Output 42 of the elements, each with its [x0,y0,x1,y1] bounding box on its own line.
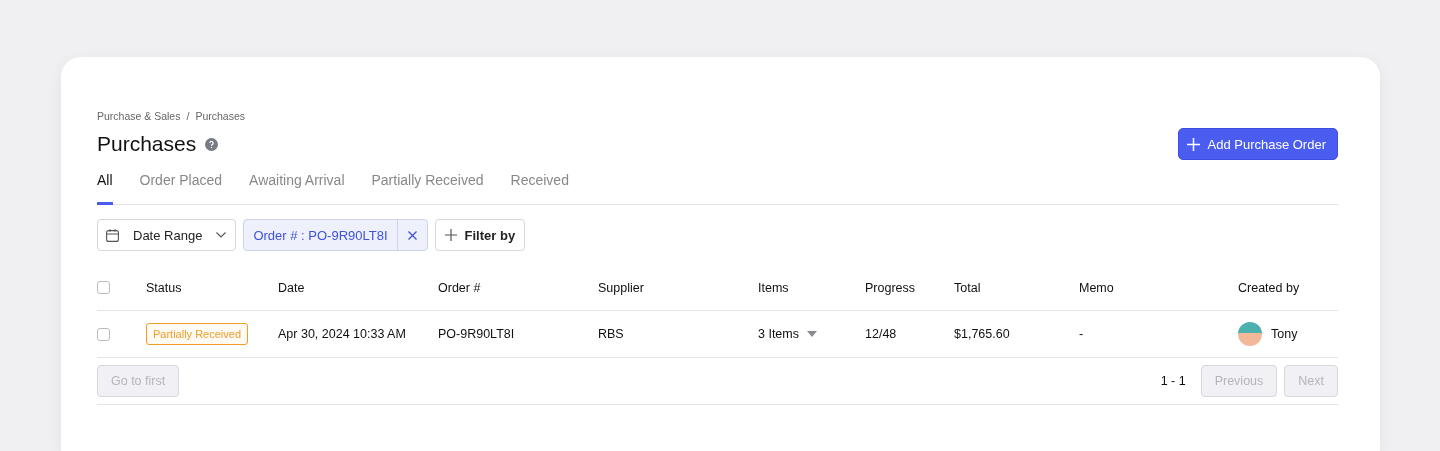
plus-icon [1187,137,1201,151]
status-badge: Partially Received [146,323,249,345]
table-cell: Apr 30, 2024 10:33 AM [278,327,406,341]
column-header: Items [758,280,789,295]
table-cell: PO-9R90LT8I [438,327,515,341]
row-checkbox[interactable] [97,327,110,341]
page-title: Purchases [97,132,197,156]
chevron-down-icon [216,232,227,238]
help-icon[interactable] [205,137,219,151]
table-cell: 12/48 [865,327,897,341]
items-dropdown[interactable]: 3 Items [758,327,799,341]
breadcrumb-link[interactable]: Purchase & Sales [97,110,181,122]
close-icon [407,230,417,240]
plus-icon [444,229,457,241]
table-cell: Tony [1271,327,1298,341]
column-header: Created by [1238,280,1300,295]
breadcrumb-link[interactable]: Purchases [195,110,245,122]
table-cell: $1,765.60 [954,327,1010,341]
avatar-photo-placeholder [1238,322,1262,346]
filter-by-button[interactable]: Filter by [434,219,526,251]
tab[interactable]: Received [510,164,569,205]
select-all-checkbox[interactable] [97,281,110,294]
table-cell: - [1079,327,1084,341]
date-range-dropdown[interactable]: Date Range [97,219,237,251]
breadcrumb-separator: / [186,110,190,122]
table-cell: RBS [598,327,624,341]
filter-chip-label: Order # : PO-9R90LT8I [252,226,389,245]
column-header: Total [954,280,981,295]
tab[interactable]: Partially Received [371,164,484,205]
page-range: 1 - 1 [1160,374,1186,388]
tab[interactable]: Awaiting Arrival [249,164,345,205]
add-purchase-order-button[interactable]: Add Purchase Order [1178,128,1338,160]
caret-down-icon [807,331,817,337]
column-header: Order # [438,280,481,295]
tab[interactable]: Order Placed [139,164,223,205]
calendar-icon [106,228,119,242]
column-header: Supplier [598,280,644,295]
column-header: Progress [865,280,916,295]
column-header: Memo [1079,280,1114,295]
column-header: Status [146,280,182,295]
column-header: Date [278,280,305,295]
tab[interactable]: All [97,164,113,205]
